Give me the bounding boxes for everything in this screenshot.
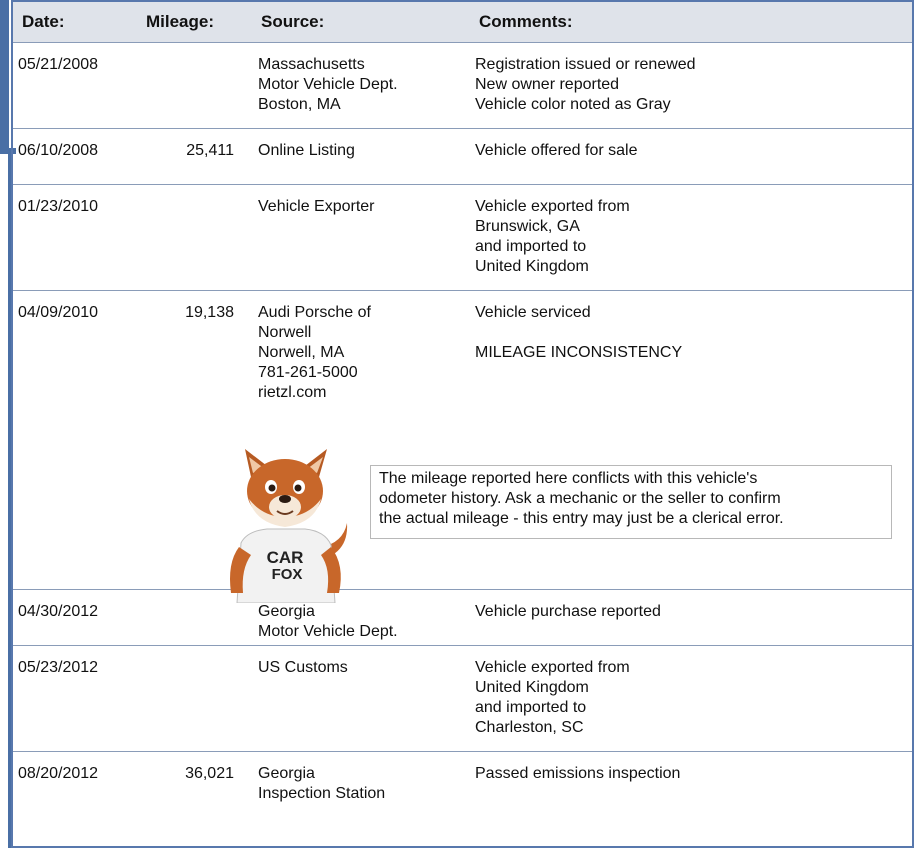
record-source: Massachusetts Motor Vehicle Dept. Boston… [258,55,398,115]
mileage-inconsistency-label: MILEAGE INCONSISTENCY [475,344,683,361]
comment-spacer [475,323,682,343]
source-line: Massachusetts [258,56,365,73]
record-comments: Vehicle exported from Brunswick, GA and … [475,197,630,277]
comment-line: Vehicle exported from [475,198,630,215]
comment-line: Vehicle purchase reported [475,603,661,620]
alert-line: the actual mileage - this entry may just… [379,510,784,527]
source-line: Norwell, MA [258,344,345,361]
record-date: 05/23/2012 [18,659,99,676]
record-comments: Passed emissions inspection [475,764,680,784]
comment-line: Passed emissions inspection [475,765,681,782]
header-mileage: Mileage: [146,12,215,31]
source-line: Vehicle Exporter [258,198,375,215]
source-line: Georgia [258,603,315,620]
source-line: Georgia [258,765,315,782]
record-mileage: 19,138 [185,304,234,321]
record-comments: Vehicle exported from United Kingdom and… [475,658,630,738]
record-source: Georgia Motor Vehicle Dept. [258,602,398,642]
comment-line: United Kingdom [475,679,589,696]
table-row: 04/30/2012 Georgia Motor Vehicle Dept. V… [13,590,912,646]
source-line: Norwell [258,324,312,341]
comment-line: Vehicle color noted as Gray [475,96,671,113]
carfox-mascot-icon: CAR FOX [217,443,353,604]
record-date: 04/30/2012 [18,603,99,620]
alert-line: The mileage reported here conflicts with… [379,470,758,487]
source-line: Boston, MA [258,96,341,113]
table-row: 06/10/2008 25,411 Online Listing Vehicle… [13,129,912,185]
comment-line: Vehicle offered for sale [475,142,638,159]
record-mileage: 25,411 [186,142,234,159]
record-comments: Registration issued or renewed New owner… [475,55,696,115]
source-line: Inspection Station [258,785,386,802]
source-line: US Customs [258,659,348,676]
table-row: 08/20/2012 36,021 Georgia Inspection Sta… [13,752,912,851]
header-date: Date: [22,12,65,31]
table-row: 05/21/2008 Massachusetts Motor Vehicle D… [13,43,912,129]
header-source: Source: [261,12,325,31]
source-line: Online Listing [258,142,355,159]
record-comments: Vehicle offered for sale [475,141,637,161]
source-line: 781-261-5000 [258,364,358,381]
table-header: Date: Mileage: Source: Comments: [13,2,912,43]
record-source: Audi Porsche of Norwell Norwell, MA 781-… [258,303,371,403]
comment-line: United Kingdom [475,258,589,275]
source-line: Motor Vehicle Dept. [258,76,398,93]
history-table: Date: Mileage: Source: Comments: 05/21/2… [11,0,914,848]
comment-line: Brunswick, GA [475,218,580,235]
comment-line: and imported to [475,699,587,716]
record-source: Online Listing [258,141,355,161]
comment-line: Charleston, SC [475,719,584,736]
record-date: 01/23/2010 [18,198,99,215]
table-row: 05/23/2012 US Customs Vehicle exported f… [13,646,912,752]
comment-line: New owner reported [475,76,620,93]
comment-line: Vehicle exported from [475,659,630,676]
alert-line: odometer history. Ask a mechanic or the … [379,490,781,507]
record-comments: Vehicle serviced MILEAGE INCONSISTENCY [475,303,682,363]
mileage-alert-callout: The mileage reported here conflicts with… [370,465,892,539]
mascot-shirt-line2: FOX [272,566,303,583]
record-date: 05/21/2008 [18,56,99,73]
comment-line: Registration issued or renewed [475,56,696,73]
record-date: 06/10/2008 [18,142,99,159]
table-row: 01/23/2010 Vehicle Exporter Vehicle expo… [13,185,912,291]
record-date: 08/20/2012 [18,765,99,782]
source-line: rietzl.com [258,384,327,401]
record-source: Georgia Inspection Station [258,764,385,804]
header-comments: Comments: [479,12,573,31]
record-source: US Customs [258,658,348,678]
left-edge-accent [0,0,9,154]
record-source: Vehicle Exporter [258,197,375,217]
comment-line: and imported to [475,238,587,255]
source-line: Motor Vehicle Dept. [258,623,398,640]
mascot-shirt-line1: CAR [267,548,304,567]
record-mileage: 36,021 [185,765,234,782]
record-date: 04/09/2010 [18,304,99,321]
source-line: Audi Porsche of [258,304,371,321]
table-row: 04/09/2010 19,138 Audi Porsche of Norwel… [13,291,912,590]
record-comments: Vehicle purchase reported [475,602,661,622]
comment-line: Vehicle serviced [475,304,591,321]
